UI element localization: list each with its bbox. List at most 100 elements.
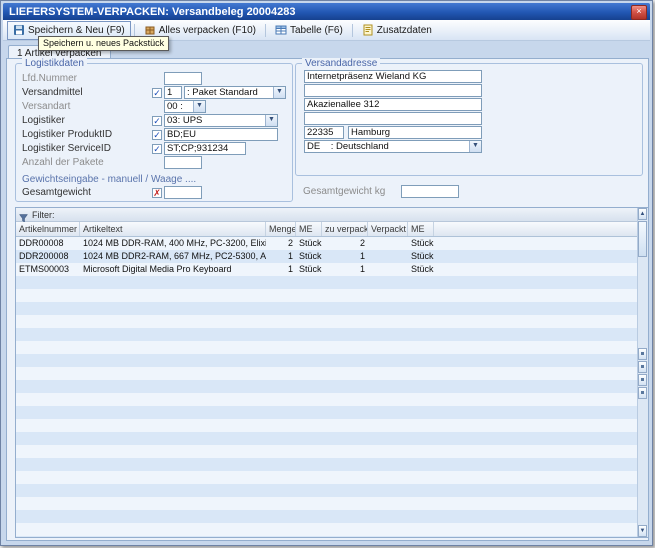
service-id-label: Logistiker ServiceID — [22, 143, 111, 154]
service-id-row: Logistiker ServiceID ✓ — [22, 142, 288, 155]
gewichtseingabe-section-label: Gewichtseingabe - manuell / Waage .... — [22, 174, 196, 185]
versandart-row: Versandart 00 : ▼ — [22, 100, 288, 113]
screen: LIEFERSYSTEM-VERPACKEN: Versandbeleg 200… — [0, 0, 655, 548]
versandmittel-checkbox[interactable]: ✓ — [152, 88, 162, 98]
dot-icon — [641, 378, 644, 381]
toolbar-separator — [265, 24, 266, 37]
scroll-up-icon[interactable]: ▲ — [638, 208, 647, 220]
cell-verpackt — [368, 263, 408, 276]
cell-artikelnummer: DDR200008 — [16, 250, 80, 263]
chevron-down-icon[interactable]: ▼ — [193, 101, 205, 112]
table-button[interactable]: Tabelle (F6) — [269, 21, 349, 40]
chevron-down-icon[interactable]: ▼ — [469, 141, 481, 152]
scrollbar-button[interactable] — [638, 374, 647, 386]
cell-zu-verpacken: 1 — [322, 250, 368, 263]
column-header-zu-verpacken[interactable]: zu verpacke — [322, 222, 368, 236]
package-icon — [144, 24, 156, 36]
produkt-id-checkbox[interactable]: ✓ — [152, 130, 162, 140]
gesamtgewicht-kg-label: Gesamtgewicht kg — [303, 186, 385, 197]
cell-me: Stück — [296, 250, 322, 263]
gesamtgewicht-kg-input[interactable] — [401, 185, 459, 198]
pack-all-label: Alles verpacken (F10) — [159, 25, 256, 36]
table-icon — [275, 24, 287, 36]
chevron-down-icon[interactable]: ▼ — [273, 87, 285, 98]
scrollbar-thumb[interactable] — [638, 221, 647, 257]
zusatzdaten-label: Zusatzdaten — [377, 25, 432, 36]
cell-artikelnummer: ETMS00003 — [16, 263, 80, 276]
grid-filter-row[interactable]: Filter: — [16, 208, 637, 222]
table-row[interactable]: DDR200008 1024 MB DDR2-RAM, 667 MHz, PC2… — [16, 250, 637, 263]
save-icon — [13, 24, 25, 36]
scroll-down-icon[interactable]: ▼ — [638, 525, 647, 537]
column-header-artikeltext[interactable]: Artikeltext — [80, 222, 266, 236]
window-title: LIEFERSYSTEM-VERPACKEN: Versandbeleg 200… — [3, 6, 296, 18]
cell-artikelnummer: DDR00008 — [16, 237, 80, 250]
adresse-plz-input[interactable] — [304, 126, 344, 139]
cell-artikeltext: Microsoft Digital Media Pro Keyboard — [80, 263, 266, 276]
toolbar-separator — [134, 24, 135, 37]
anzahl-pakete-input[interactable] — [164, 156, 202, 169]
versandart-combo[interactable]: 00 : ▼ — [164, 100, 206, 113]
content-panel: Logistikdaten Lfd.Nummer Versandmittel ✓… — [6, 58, 649, 541]
versandmittel-input[interactable] — [164, 86, 182, 99]
logistiker-combo[interactable]: 03: UPS ▼ — [164, 114, 278, 127]
versandmittel-combo[interactable]: : Paket Standard ▼ — [184, 86, 286, 99]
scrollbar-button[interactable] — [638, 387, 647, 399]
adresse-strasse-input[interactable] — [304, 98, 482, 111]
column-header-me2[interactable]: ME — [408, 222, 434, 236]
cell-verpackt — [368, 250, 408, 263]
spacer — [152, 102, 162, 112]
column-header-artikelnummer[interactable]: Artikelnummer — [16, 222, 80, 236]
lfd-nummer-label: Lfd.Nummer — [22, 73, 77, 84]
cell-menge: 2 — [266, 237, 296, 250]
logistiker-row: Logistiker ✓ 03: UPS ▼ — [22, 114, 288, 127]
grid-header-row: Artikelnummer Artikeltext Menge ME zu ve… — [16, 222, 637, 237]
produkt-id-input[interactable] — [164, 128, 278, 141]
scrollbar-button[interactable] — [638, 361, 647, 373]
save-new-label: Speichern & Neu (F9) — [28, 25, 125, 36]
cell-me: Stück — [296, 237, 322, 250]
adresse-zusatz-input[interactable] — [304, 112, 482, 125]
vertical-scrollbar[interactable]: ▲ ▼ — [637, 208, 648, 537]
lfd-nummer-input[interactable] — [164, 72, 202, 85]
dot-icon — [641, 352, 644, 355]
logistikdaten-title: Logistikdaten — [22, 58, 87, 69]
cell-zu-verpacken: 2 — [322, 237, 368, 250]
zusatzdaten-button[interactable]: Zusatzdaten — [356, 21, 438, 40]
tooltip: Speichern u. neues Packstück — [38, 36, 169, 51]
table-label: Tabelle (F6) — [290, 25, 343, 36]
filter-icon — [19, 210, 28, 219]
service-id-input[interactable] — [164, 142, 246, 155]
dot-icon — [641, 391, 644, 394]
produkt-id-label: Logistiker ProduktID — [22, 129, 112, 140]
grid-main: Filter: Artikelnummer Artikeltext Menge … — [16, 208, 637, 537]
column-header-verpackt[interactable]: Verpackt — [368, 222, 408, 236]
table-row[interactable]: DDR00008 1024 MB DDR-RAM, 400 MHz, PC-32… — [16, 237, 637, 250]
form-icon — [362, 24, 374, 36]
versandadresse-group: Versandadresse DE : Deutschland ▼ — [295, 63, 643, 176]
cell-me2: Stück — [408, 263, 434, 276]
adresse-name1-input[interactable] — [304, 70, 482, 83]
cell-artikeltext: 1024 MB DDR2-RAM, 667 MHz, PC2-5300, Aen… — [80, 250, 266, 263]
grid-empty-rows — [16, 276, 637, 537]
lfd-nummer-row: Lfd.Nummer — [22, 72, 288, 85]
table-row[interactable]: ETMS00003 Microsoft Digital Media Pro Ke… — [16, 263, 637, 276]
chevron-down-icon[interactable]: ▼ — [265, 115, 277, 126]
close-icon[interactable]: × — [631, 5, 647, 20]
produkt-id-row: Logistiker ProduktID ✓ — [22, 128, 288, 141]
column-header-filler — [434, 222, 637, 236]
cell-me2: Stück — [408, 237, 434, 250]
column-header-menge[interactable]: Menge — [266, 222, 296, 236]
gesamtgewicht-checkbox[interactable]: ✗ — [152, 188, 162, 198]
logistikdaten-group: Logistikdaten Lfd.Nummer Versandmittel ✓… — [15, 63, 293, 202]
column-header-me[interactable]: ME — [296, 222, 322, 236]
gesamtgewicht-input[interactable] — [164, 186, 202, 199]
versandmittel-label: Versandmittel — [22, 87, 83, 98]
scrollbar-button[interactable] — [638, 348, 647, 360]
adresse-name2-input[interactable] — [304, 84, 482, 97]
adresse-ort-input[interactable] — [348, 126, 482, 139]
service-id-checkbox[interactable]: ✓ — [152, 144, 162, 154]
titlebar[interactable]: LIEFERSYSTEM-VERPACKEN: Versandbeleg 200… — [3, 3, 650, 20]
logistiker-checkbox[interactable]: ✓ — [152, 116, 162, 126]
adresse-land-combo[interactable]: DE : Deutschland ▼ — [304, 140, 482, 153]
